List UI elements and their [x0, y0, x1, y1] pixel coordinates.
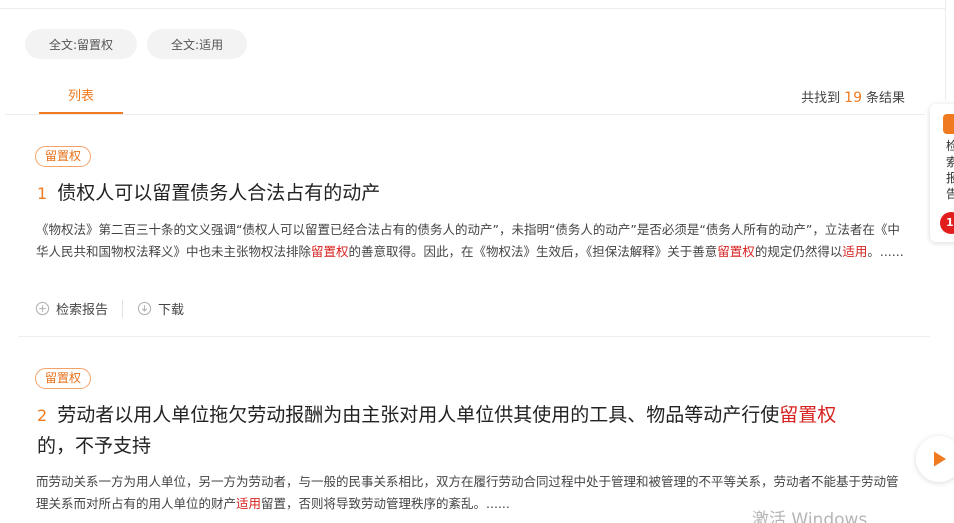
download-button[interactable]: 下载 — [137, 299, 184, 318]
result-title-text: 劳动者以用人单位拖欠劳动报酬为由主张对用人单位供其使用的工具、物品等动产行使 — [57, 404, 780, 426]
result-count-suffix: 条结果 — [865, 91, 905, 106]
result-title[interactable]: 1 债权人可以留置债务人合法占有的动产 — [37, 178, 847, 209]
result-tabs: 列表 共找到 19 条结果 — [5, 80, 925, 115]
result-count: 共找到 19 条结果 — [801, 80, 905, 117]
result-title-highlight: 留置权 — [779, 404, 837, 426]
result-title-text: 的，不予支持 — [37, 435, 152, 457]
right-divider — [945, 0, 946, 100]
tab-list[interactable]: 列表 — [39, 80, 123, 114]
result-tag[interactable]: 留置权 — [35, 368, 92, 389]
result-title-text: 债权人可以留置债务人合法占有的动产 — [57, 182, 381, 204]
report-icon — [943, 114, 954, 134]
result-count-prefix: 共找到 — [801, 91, 841, 106]
result-snippet: 《物权法》第二百三十条的文义强调“债权人可以留置已经合法占有的债务人的动产”，未… — [36, 219, 908, 263]
result-actions: 检索报告 下载 — [35, 299, 184, 318]
download-label: 下载 — [158, 303, 185, 318]
download-icon — [137, 301, 152, 316]
snippet-highlight: 适用 — [842, 244, 868, 259]
snippet-highlight: 适用 — [236, 496, 262, 511]
result-tag[interactable]: 留置权 — [35, 146, 92, 167]
result-count-number: 19 — [844, 90, 862, 106]
search-results-page: 全文:留置权 全文:适用 列表 共找到 19 条结果 留置权 1 债权人可以留置债务人… — [0, 0, 954, 523]
result-divider — [18, 336, 930, 337]
snippet-highlight: 留置权 — [717, 244, 755, 259]
snippet-text: 。...... — [867, 244, 904, 259]
result-index: 2 — [37, 406, 48, 425]
snippet-text: 的规定仍然得以 — [754, 244, 843, 259]
snippet-highlight: 留置权 — [311, 244, 349, 259]
result-title[interactable]: 2 劳动者以用人单位拖欠劳动报酬为由主张对用人单位供其使用的工具、物品等动产行使留… — [37, 400, 847, 461]
filter-chip-lien[interactable]: 全文:留置权 — [25, 29, 138, 59]
search-report-label: 检索报告 — [56, 303, 109, 318]
floating-panel-label: 检索报告 — [946, 139, 954, 201]
result-index: 1 — [37, 184, 48, 203]
plus-circle-icon — [35, 301, 50, 316]
filter-chip-apply[interactable]: 全文:适用 — [147, 29, 248, 59]
search-report-button[interactable]: 检索报告 — [35, 299, 108, 318]
snippet-text: 留置，否则将导致劳动管理秩序的紊乱。...... — [261, 496, 510, 511]
action-separator — [122, 299, 124, 318]
floating-report-panel[interactable]: 检索报告 13 — [930, 104, 954, 242]
windows-activation-watermark: 激活 Windows — [752, 510, 868, 523]
filter-chips: 全文:留置权 全文:适用 — [25, 29, 248, 59]
snippet-text: 的善意取得。因此，在《物权法》生效后，《担保法解释》关于善意 — [348, 244, 718, 259]
top-strip — [0, 0, 946, 9]
play-button[interactable] — [916, 436, 954, 482]
notification-badge: 13 — [940, 212, 954, 234]
play-icon — [934, 451, 946, 467]
